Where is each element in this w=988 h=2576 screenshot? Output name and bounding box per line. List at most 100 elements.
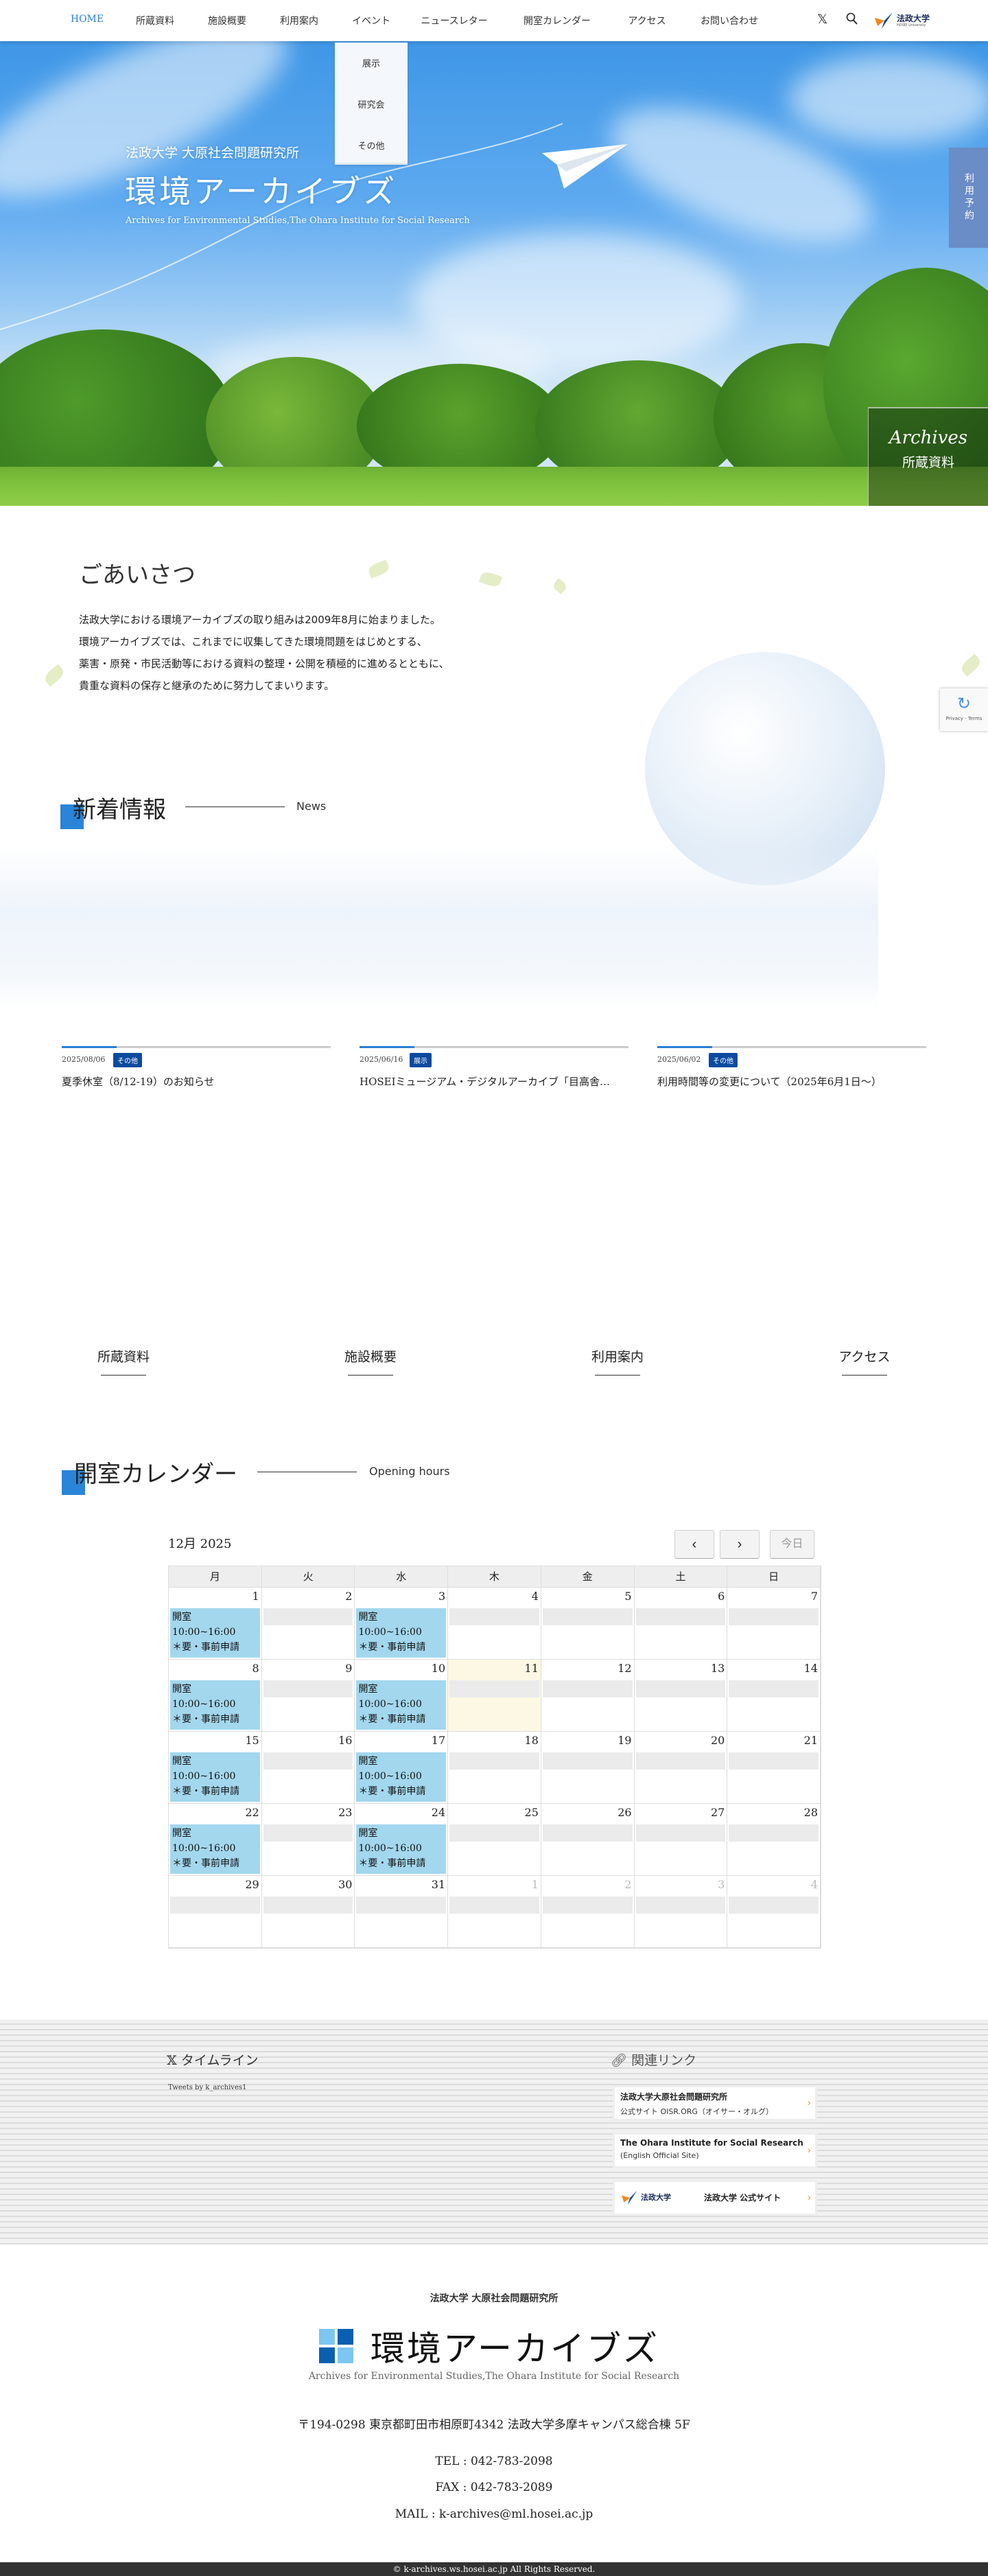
open-event[interactable]: 開室 10:00~16:00 ＊要・事前申請 bbox=[356, 1824, 447, 1874]
hosei-logo[interactable]: 法政大学 HOSEI University bbox=[875, 11, 937, 30]
calendar-day[interactable]: 21 bbox=[727, 1732, 821, 1803]
category-badge: その他 bbox=[709, 1053, 738, 1067]
empty-slot bbox=[729, 1608, 819, 1625]
dropdown-item-study-group[interactable]: 研究会 bbox=[335, 97, 408, 111]
weekday-5: 土 bbox=[635, 1566, 728, 1587]
day-number: 22 bbox=[245, 1806, 259, 1819]
open-event[interactable]: 開室 10:00~16:00 ＊要・事前申請 bbox=[170, 1680, 260, 1730]
open-event[interactable]: 開室 10:00~16:00 ＊要・事前申請 bbox=[356, 1680, 447, 1730]
day-number: 10 bbox=[431, 1662, 446, 1675]
nav-access[interactable]: アクセス bbox=[628, 14, 666, 27]
related-link-hosei[interactable]: 法政大学 法政大学 公式サイト › bbox=[613, 2180, 817, 2216]
calendar-day[interactable]: 1 開室 10:00~16:00 ＊要・事前申請 bbox=[169, 1588, 262, 1659]
nav-calendar[interactable]: 開室カレンダー bbox=[524, 14, 591, 27]
prev-month-button[interactable]: ‹ bbox=[674, 1530, 714, 1559]
tweets-link[interactable]: Tweets by k_archives1 bbox=[168, 2084, 246, 2091]
calendar-day[interactable]: 3 開室 10:00~16:00 ＊要・事前申請 bbox=[355, 1588, 449, 1659]
open-event[interactable]: 開室 10:00~16:00 ＊要・事前申請 bbox=[170, 1824, 260, 1874]
calendar-day[interactable]: 4 bbox=[727, 1876, 821, 1947]
calendar-day[interactable]: 8 開室 10:00~16:00 ＊要・事前申請 bbox=[169, 1660, 262, 1731]
quick-link-collections[interactable]: 所蔵資料 bbox=[69, 1347, 178, 1376]
quick-link-access[interactable]: アクセス bbox=[810, 1347, 919, 1376]
calendar-day[interactable]: 7 bbox=[727, 1588, 821, 1659]
copyright: © k-archives.ws.hosei.ac.jp All Rights R… bbox=[0, 2562, 988, 2576]
calendar-day[interactable]: 28 bbox=[727, 1804, 821, 1875]
collections-link-box[interactable]: Archives 所蔵資料 bbox=[868, 407, 988, 506]
event-line: 10:00~16:00 bbox=[172, 1771, 236, 1782]
nav-events[interactable]: イベント bbox=[352, 14, 390, 27]
calendar-day[interactable]: 20 bbox=[635, 1732, 728, 1803]
x-icon[interactable]: 𝕏 bbox=[817, 12, 827, 27]
search-icon[interactable] bbox=[846, 12, 858, 29]
nav-newsletter[interactable]: ニュースレター bbox=[421, 14, 487, 27]
calendar-day[interactable]: 3 bbox=[635, 1876, 728, 1947]
open-event[interactable]: 開室 10:00~16:00 ＊要・事前申請 bbox=[170, 1608, 260, 1658]
archives-label: 所蔵資料 bbox=[902, 455, 954, 470]
calendar-day[interactable]: 26 bbox=[541, 1804, 635, 1875]
open-event[interactable]: 開室 10:00~16:00 ＊要・事前申請 bbox=[170, 1752, 260, 1802]
calendar-day[interactable]: 23 bbox=[262, 1804, 355, 1875]
open-event[interactable]: 開室 10:00~16:00 ＊要・事前申請 bbox=[356, 1752, 447, 1802]
empty-slot bbox=[729, 1680, 819, 1697]
calendar-day[interactable]: 14 bbox=[727, 1660, 821, 1731]
nav-guide[interactable]: 利用案内 bbox=[280, 14, 318, 27]
weekday-6: 日 bbox=[727, 1566, 821, 1587]
calendar-day[interactable]: 11 bbox=[448, 1660, 541, 1731]
dropdown-item-other[interactable]: その他 bbox=[335, 139, 408, 152]
next-month-button[interactable]: › bbox=[720, 1530, 760, 1559]
calendar-day[interactable]: 10 開室 10:00~16:00 ＊要・事前申請 bbox=[355, 1660, 449, 1731]
nav-home[interactable]: HOME bbox=[71, 14, 104, 25]
news-item[interactable]: 2025/08/06 その他 夏季休室（8/12-19）のお知らせ bbox=[62, 1046, 331, 1088]
calendar-day[interactable]: 2 bbox=[262, 1588, 355, 1659]
calendar-day[interactable]: 5 bbox=[541, 1588, 635, 1659]
calendar-day[interactable]: 31 bbox=[355, 1876, 449, 1947]
calendar-day[interactable]: 27 bbox=[635, 1804, 728, 1875]
reservation-tab[interactable]: 利用予約 bbox=[949, 148, 988, 248]
calendar-day[interactable]: 12 bbox=[541, 1660, 635, 1731]
day-number: 28 bbox=[803, 1806, 819, 1819]
hero-title: 環境アーカイブズ bbox=[125, 173, 398, 210]
day-number: 7 bbox=[810, 1590, 819, 1603]
calendar-week: 8 開室 10:00~16:00 ＊要・事前申請 9 10 開室 10:00~16:00 ＊要・… bbox=[169, 1660, 821, 1732]
calendar-day[interactable]: 17 開室 10:00~16:00 ＊要・事前申請 bbox=[355, 1732, 449, 1803]
day-number: 12 bbox=[618, 1662, 632, 1675]
calendar-day[interactable]: 30 bbox=[262, 1876, 355, 1947]
calendar-day[interactable]: 18 bbox=[448, 1732, 541, 1803]
day-number: 18 bbox=[524, 1734, 539, 1747]
nav-facility[interactable]: 施設概要 bbox=[208, 14, 246, 27]
dropdown-item-exhibition[interactable]: 展示 bbox=[335, 56, 408, 69]
related-link-oisr[interactable]: 法政大学大原社会問題研究所 公式サイト OISR.ORG（オイサー・オルグ） › bbox=[613, 2085, 817, 2121]
news-item[interactable]: 2025/06/02 その他 利用時間等の変更について（2025年6月1日〜） bbox=[657, 1046, 926, 1088]
calendar-day[interactable]: 1 bbox=[448, 1876, 541, 1947]
today-button[interactable]: 今日 bbox=[770, 1530, 814, 1559]
calendar-day[interactable]: 25 bbox=[448, 1804, 541, 1875]
event-line: ＊要・事前申請 bbox=[358, 1642, 426, 1653]
footer-fax: FAX : 042-783-2089 bbox=[435, 2481, 553, 2494]
quick-link-guide[interactable]: 利用案内 bbox=[563, 1347, 672, 1376]
news-item[interactable]: 2025/06/16 展示 HOSEIミュージアム・デジタルアーカイブ「目高舎… bbox=[360, 1046, 628, 1088]
empty-slot bbox=[635, 1680, 726, 1697]
calendar-day[interactable]: 19 bbox=[541, 1732, 635, 1803]
calendar-day[interactable]: 2 bbox=[541, 1876, 635, 1947]
calendar-day[interactable]: 15 開室 10:00~16:00 ＊要・事前申請 bbox=[169, 1732, 262, 1803]
calendar-day[interactable]: 6 bbox=[635, 1588, 728, 1659]
nav-collections[interactable]: 所蔵資料 bbox=[136, 14, 174, 27]
calendar-day[interactable]: 9 bbox=[262, 1660, 355, 1731]
empty-slot bbox=[542, 1608, 633, 1625]
footer-mail[interactable]: MAIL : k-archives@ml.hosei.ac.jp bbox=[0, 2507, 988, 2521]
empty-slot bbox=[542, 1824, 633, 1842]
related-link-english[interactable]: The Ohara Institute for Social Research … bbox=[613, 2133, 817, 2168]
open-event[interactable]: 開室 10:00~16:00 ＊要・事前申請 bbox=[356, 1608, 447, 1658]
calendar-day[interactable]: 29 bbox=[169, 1876, 262, 1947]
quick-link-facility[interactable]: 施設概要 bbox=[316, 1347, 425, 1376]
calendar-day[interactable]: 24 開室 10:00~16:00 ＊要・事前申請 bbox=[355, 1804, 449, 1875]
recaptcha-badge[interactable]: ↻ Privacy - Terms bbox=[940, 688, 988, 731]
calendar-day[interactable]: 4 bbox=[448, 1588, 541, 1659]
calendar-day[interactable]: 22 開室 10:00~16:00 ＊要・事前申請 bbox=[169, 1804, 262, 1875]
nav-contact[interactable]: お問い合わせ bbox=[701, 14, 758, 27]
calendar-day[interactable]: 13 bbox=[635, 1660, 728, 1731]
hero-subtitle: Archives for Environmental Studies,The O… bbox=[126, 216, 470, 226]
event-line: ＊要・事前申請 bbox=[358, 1714, 426, 1725]
calendar-day[interactable]: 16 bbox=[262, 1732, 355, 1803]
day-number: 17 bbox=[431, 1734, 446, 1747]
